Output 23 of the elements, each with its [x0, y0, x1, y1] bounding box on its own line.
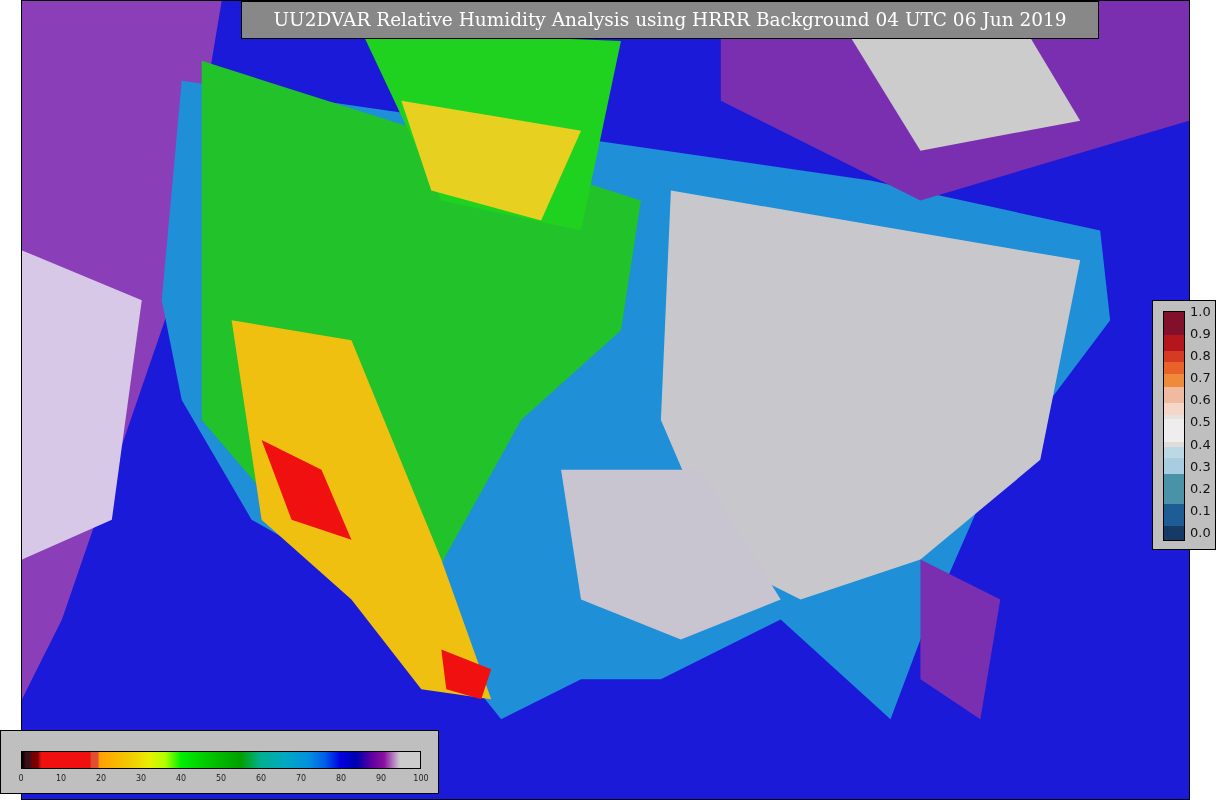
tick-label: 90: [375, 774, 387, 783]
tick-label: 100: [413, 774, 429, 783]
tick-label: 0.4: [1190, 436, 1211, 452]
tick-label: 60: [255, 774, 267, 783]
tick-label: 0.1: [1190, 502, 1211, 518]
tick-label: 0.8: [1190, 348, 1211, 364]
tick-label: 50: [215, 774, 227, 783]
tick-label: 10: [55, 774, 67, 783]
tick-label: 1.0: [1190, 304, 1211, 319]
tick-label: 0.3: [1190, 458, 1211, 474]
tick-label: 0.7: [1190, 370, 1211, 386]
tick-label: 30: [135, 774, 147, 783]
tick-label: 0.9: [1190, 326, 1211, 342]
tick-label: 70: [295, 774, 307, 783]
tick-label: 20: [95, 774, 107, 783]
tick-label: 0: [18, 774, 24, 783]
tick-label: 0.6: [1190, 392, 1211, 408]
tick-label: 80: [335, 774, 347, 783]
tick-label: 0.5: [1190, 414, 1211, 430]
tick-label: 0.0: [1190, 524, 1211, 540]
tick-label: 0.2: [1190, 480, 1211, 496]
map-title: UU2DVAR Relative Humidity Analysis using HRRR Background 04 UTC 06 Jun 2019: [241, 1, 1099, 39]
tick-label: 40: [175, 774, 187, 783]
